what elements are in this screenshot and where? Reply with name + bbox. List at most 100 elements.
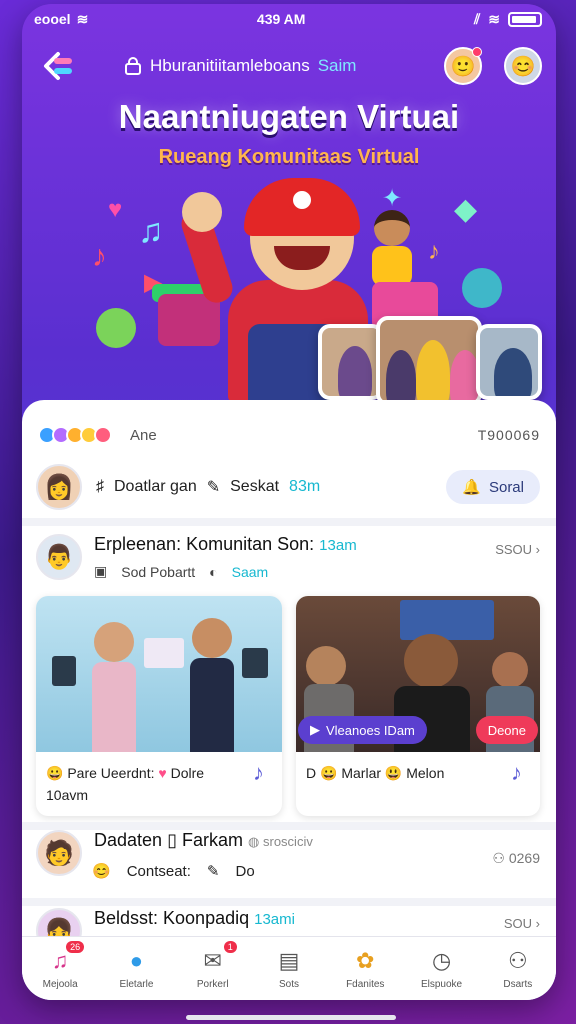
bookmark-icon: ▯ bbox=[167, 830, 177, 850]
bell-icon: 🔔 bbox=[462, 479, 481, 496]
pencil-icon: ✎ bbox=[206, 479, 221, 496]
mail-icon: ✉ 1 bbox=[199, 941, 237, 975]
battery-icon bbox=[508, 11, 542, 27]
media-card[interactable]: 😀 Pare Ueerdnt: ♥ Dolre 10avm ♪ bbox=[36, 596, 282, 816]
nav-label: Fdanites bbox=[346, 979, 385, 990]
mascot-hand bbox=[182, 192, 222, 232]
status-time: 439 AM bbox=[256, 11, 306, 27]
top-bar: Hburanitiitamleboans Saim 🙂 😊 bbox=[36, 44, 542, 88]
nav-item-chat[interactable]: ● Eletarle bbox=[103, 947, 169, 990]
music-note-icon: ♫ bbox=[138, 212, 164, 250]
composer-time: 83m bbox=[289, 478, 321, 495]
carrier-label: eooel bbox=[34, 11, 71, 27]
bottom-nav: ♫ 26 Mejoola ● Eletarle ✉ 1 Porkerl ▤ Sots… bbox=[22, 936, 556, 1000]
hero-illustration: ♥ ♫ ♪ ✦ ◆ ♪ ▶ bbox=[22, 174, 556, 406]
post-title[interactable]: Beldsst: Koonpadiq 13ami bbox=[94, 908, 295, 929]
photo-thumbnail[interactable] bbox=[318, 324, 384, 400]
signal-icon: ⫽ bbox=[474, 10, 481, 27]
post-more-button[interactable]: SOU › bbox=[504, 916, 540, 931]
profile-icon: ⚇ bbox=[507, 948, 528, 973]
header-title-text: Hburanitiitamleboans bbox=[150, 56, 310, 75]
composer-action: Seskat bbox=[230, 478, 280, 495]
post-subline: 😊 Contseat: ✎ Do bbox=[92, 862, 255, 881]
emoji-icon: 😀 bbox=[320, 765, 338, 781]
back-button[interactable] bbox=[36, 46, 80, 86]
nav-badge: 1 bbox=[223, 941, 237, 953]
media-caption-b: Dolre bbox=[170, 765, 205, 781]
media-caption-a: D bbox=[306, 765, 317, 781]
post-author-avatar[interactable]: 👨 bbox=[36, 534, 82, 580]
music-note-icon: ♪ bbox=[428, 238, 440, 265]
composer-row: 👩 ♯ Doatlar gan ✎ Seskat 83m 🔔 Soral bbox=[36, 462, 540, 512]
newspaper-icon: ▤ bbox=[278, 948, 300, 973]
media-card[interactable]: ▶ Vleanoes IDam Deone D 😀 Marlar 😃 Melon… bbox=[296, 596, 540, 816]
photo-thumbnail[interactable] bbox=[376, 316, 482, 406]
nav-item-profile[interactable]: ⚇ Dsarts bbox=[485, 947, 551, 990]
nav-label: Sots bbox=[278, 979, 299, 990]
back-arrow-icon bbox=[44, 52, 72, 80]
nav-label: Eletarle bbox=[119, 979, 154, 990]
globe-icon: ◐ bbox=[209, 563, 218, 580]
post-meta-author: Sod Pobartt bbox=[121, 563, 196, 580]
composer-prompt[interactable]: ♯ Doatlar gan ✎ Seskat 83m bbox=[96, 477, 320, 497]
reactions-count: T900069 bbox=[477, 427, 540, 443]
music-note-icon[interactable]: ♪ bbox=[511, 762, 522, 784]
friend-avatar[interactable]: 🙂 bbox=[444, 47, 482, 85]
nav-item-news[interactable]: ▤ Sots bbox=[256, 947, 322, 990]
reaction-icons[interactable] bbox=[38, 426, 112, 444]
play-icon: ▶ bbox=[310, 722, 320, 737]
social-button[interactable]: 🔔 Soral bbox=[446, 470, 540, 504]
media-image: ▶ Vleanoes IDam Deone bbox=[296, 596, 540, 752]
pencil-icon: ✎ bbox=[206, 863, 220, 880]
home-indicator[interactable] bbox=[186, 1015, 396, 1020]
music-note-icon: ♫ 26 bbox=[46, 941, 85, 975]
reactions-label: Ane bbox=[130, 426, 157, 444]
post-more-button[interactable]: SSOU › bbox=[495, 542, 540, 557]
post-time: 13am bbox=[319, 537, 357, 554]
photo-thumbnail[interactable] bbox=[476, 324, 542, 400]
post-follower-count: ⚇ 0269 bbox=[492, 850, 540, 866]
hero-subtitle: Rueang Komunitaas Virtual bbox=[158, 146, 420, 168]
mascot-cap-logo bbox=[288, 186, 316, 214]
section-divider bbox=[22, 518, 556, 526]
music-note-icon[interactable]: ♪ bbox=[253, 762, 264, 784]
star-icon: ✦ bbox=[382, 185, 403, 212]
post-author-avatar[interactable]: 🧑 bbox=[36, 830, 82, 876]
post-title[interactable]: Dadaten ▯ Farkam ◍ srosciciv bbox=[94, 830, 313, 851]
media-caption-b: Marlar bbox=[341, 765, 382, 781]
hero-title: Naantniugaten Virtuai bbox=[118, 98, 460, 135]
post-handle: ◍ srosciciv bbox=[248, 834, 313, 849]
nav-label: Mejoola bbox=[42, 979, 78, 990]
nav-item-music[interactable]: ♫ 26 Mejoola bbox=[27, 941, 93, 990]
nav-label: Porkerl bbox=[196, 979, 229, 990]
section-divider bbox=[22, 898, 556, 906]
hashtag-icon: ♯ bbox=[96, 478, 104, 495]
media-pill-label[interactable]: ▶ Vleanoes IDam bbox=[298, 716, 427, 744]
clock-icon: ◷ bbox=[431, 948, 452, 973]
chat-bubble-icon: ● bbox=[129, 948, 144, 973]
user-avatar[interactable]: 👩 bbox=[36, 464, 82, 510]
chevron-right-icon: › bbox=[535, 916, 540, 931]
heart-reaction-icon bbox=[94, 426, 112, 444]
image-icon: ▣ bbox=[94, 563, 108, 579]
nav-badge: 26 bbox=[66, 941, 85, 953]
tree-icon bbox=[96, 308, 136, 348]
avatar-face-icon: 😊 bbox=[510, 55, 536, 78]
phone-screen: eooel ≋ 439 AM ⫽ ≋ Hburanitiitamleboans … bbox=[22, 4, 556, 1000]
nav-item-clock[interactable]: ◷ Elspuoke bbox=[409, 947, 475, 990]
post-title[interactable]: Erpleenan: Komunitan Son: 13am bbox=[94, 534, 357, 555]
media-pill-action[interactable]: Deone bbox=[475, 716, 538, 744]
section-divider bbox=[22, 822, 556, 830]
media-image bbox=[36, 596, 282, 752]
status-bar: eooel ≋ 439 AM ⫽ ≋ bbox=[22, 4, 556, 34]
nav-item-gifts[interactable]: ✿ Fdanites bbox=[332, 947, 398, 990]
media-caption-line2: 10avm bbox=[46, 787, 89, 803]
profile-avatar[interactable]: 😊 bbox=[504, 47, 542, 85]
nav-item-mail[interactable]: ✉ 1 Porkerl bbox=[180, 941, 246, 990]
lock-icon bbox=[125, 57, 141, 75]
heart-icon: ♥ bbox=[108, 196, 123, 223]
tree-icon bbox=[462, 268, 502, 308]
emoji-icon: 😊 bbox=[92, 863, 111, 880]
heart-icon: ♥ bbox=[158, 765, 167, 781]
media-caption-c: Melon bbox=[406, 765, 445, 781]
